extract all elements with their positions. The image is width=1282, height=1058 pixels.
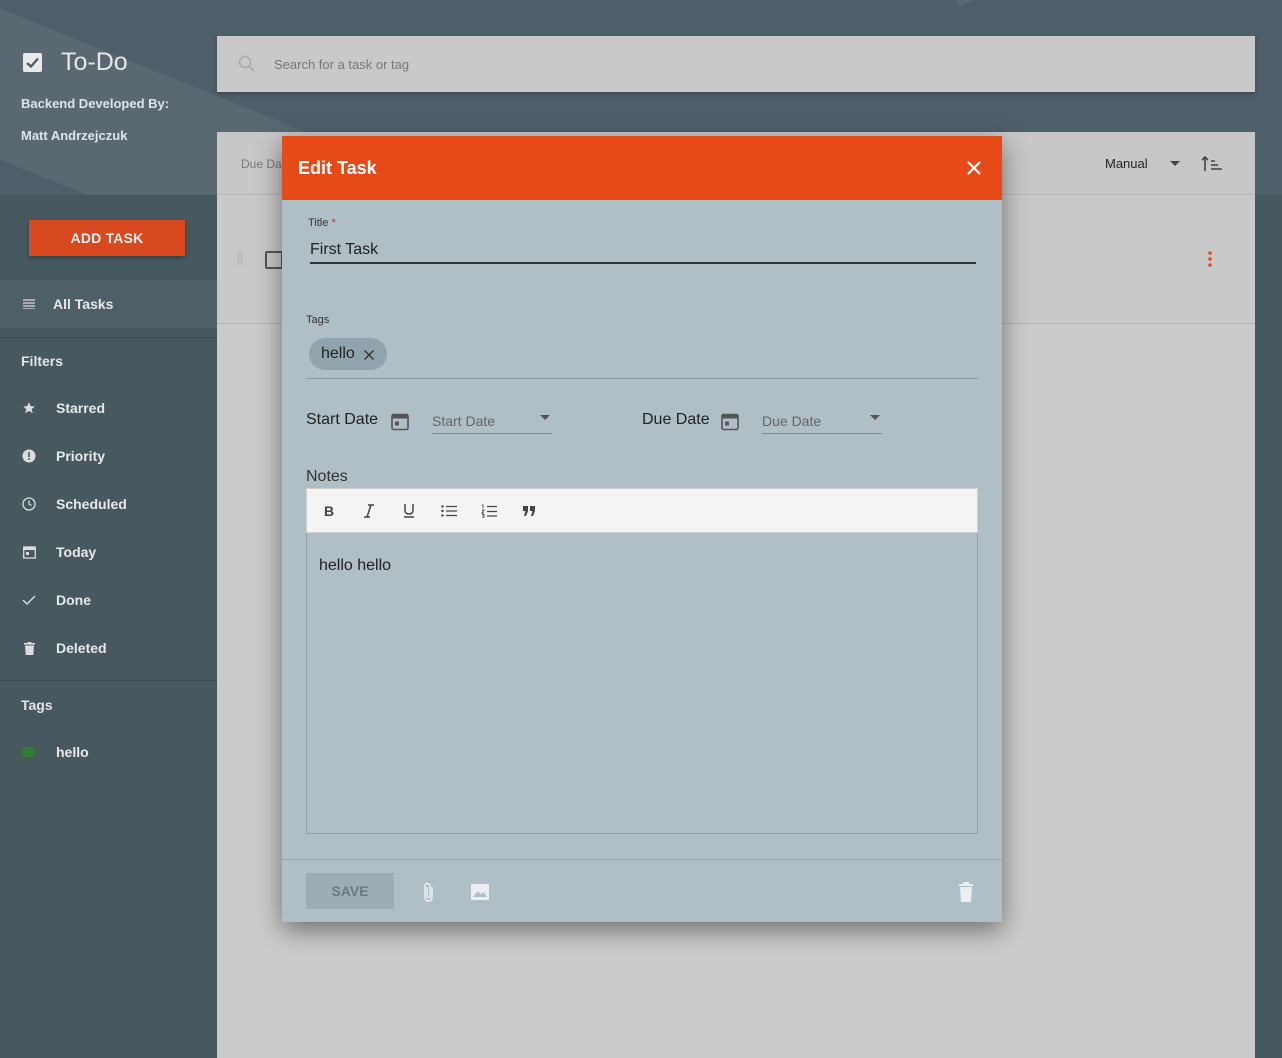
underline-icon[interactable]: [401, 503, 417, 519]
chevron-down-icon: [870, 415, 880, 420]
trash-icon: [21, 640, 37, 656]
header-pattern: [900, 0, 1282, 7]
sidebar-tag-hello[interactable]: hello: [0, 732, 217, 772]
star-icon: [21, 400, 37, 416]
trash-icon[interactable]: [957, 881, 979, 903]
sidebar-item-label: Done: [56, 592, 91, 608]
add-task-button[interactable]: ADD TASK: [29, 220, 185, 256]
calendar-icon: [21, 544, 37, 560]
sort-select-value: Manual: [1105, 156, 1148, 171]
italic-icon[interactable]: [361, 503, 377, 519]
search-input[interactable]: [274, 56, 874, 72]
sidebar-item-scheduled[interactable]: Scheduled: [0, 484, 217, 524]
title-label-text: Title: [308, 217, 329, 229]
checkbox-logo-icon: [23, 53, 42, 72]
edit-task-dialog: Edit Task Title * Tags hello Start Date …: [282, 136, 1002, 922]
required-mark: *: [331, 217, 336, 229]
sidebar-item-label: All Tasks: [53, 296, 114, 312]
start-date-label: Start Date: [306, 411, 379, 428]
sidebar-item-today[interactable]: Today: [0, 532, 217, 572]
notes-content: hello hello: [319, 557, 392, 574]
bold-icon[interactable]: B: [321, 503, 337, 519]
task-checkbox[interactable]: [265, 251, 283, 269]
sidebar-item-label: Deleted: [56, 640, 107, 656]
search-icon: [237, 54, 257, 74]
numbered-list-icon[interactable]: [481, 503, 497, 519]
due-date-column-label: Due Da: [241, 157, 282, 171]
right-gutter: [1255, 195, 1282, 1058]
tags-underline: [306, 378, 978, 379]
tag-icon: [21, 744, 37, 760]
start-date-calendar-icon[interactable]: [390, 411, 410, 431]
title-field-label: Title *: [308, 217, 336, 229]
credit-label: Backend Developed By:: [21, 96, 170, 111]
more-vert-icon[interactable]: [1208, 251, 1212, 272]
sidebar-item-label: Today: [56, 544, 97, 560]
app-title: To-Do: [61, 48, 128, 76]
due-date-calendar-icon[interactable]: [720, 411, 740, 431]
due-date-label: Due Date: [642, 411, 710, 428]
check-icon: [21, 592, 37, 608]
sidebar-divider: [0, 680, 217, 681]
sidebar-item-label: Scheduled: [56, 496, 127, 512]
sidebar-item-label: Priority: [56, 448, 106, 464]
sidebar-item-deleted[interactable]: Deleted: [0, 628, 217, 668]
sidebar-item-all-tasks[interactable]: All Tasks: [0, 284, 217, 324]
image-icon[interactable]: [469, 881, 491, 903]
sidebar-item-done[interactable]: Done: [0, 580, 217, 620]
due-date-placeholder: Due Date: [762, 413, 822, 429]
chevron-down-icon: [540, 415, 550, 420]
sidebar-item-priority[interactable]: Priority: [0, 436, 217, 476]
sidebar-divider: [0, 337, 217, 338]
quote-icon[interactable]: [521, 503, 537, 519]
editor-toolbar: B: [306, 488, 978, 533]
dialog-title: Edit Task: [298, 157, 377, 178]
list-icon: [21, 296, 37, 312]
app-brand: To-Do: [23, 48, 128, 77]
dialog-footer-divider: [282, 859, 1002, 860]
title-input[interactable]: [310, 238, 976, 264]
close-icon[interactable]: [964, 158, 984, 178]
drag-handle[interactable]: [237, 250, 243, 266]
chevron-down-icon: [1169, 160, 1180, 166]
search-bar: [217, 36, 1255, 92]
sort-select[interactable]: Manual: [1105, 156, 1180, 171]
start-date-select[interactable]: Start Date: [432, 408, 552, 434]
sidebar-item-starred[interactable]: Starred: [0, 388, 217, 428]
tags-field-label: Tags: [306, 314, 330, 326]
tag-chip-label: hello: [321, 345, 355, 362]
tags-heading: Tags: [21, 697, 53, 713]
priority-icon: [21, 448, 37, 464]
save-button[interactable]: SAVE: [306, 873, 394, 909]
start-date-placeholder: Start Date: [432, 413, 496, 429]
remove-tag-icon[interactable]: [363, 348, 375, 360]
notes-label: Notes: [306, 468, 348, 485]
due-date-select[interactable]: Due Date: [762, 408, 882, 434]
dialog-header: Edit Task: [282, 136, 1002, 200]
bullet-list-icon[interactable]: [441, 503, 457, 519]
sidebar-item-label: Starred: [56, 400, 106, 416]
filters-heading: Filters: [21, 353, 64, 369]
tag-chip[interactable]: hello: [309, 338, 387, 370]
attachment-icon[interactable]: [418, 881, 440, 903]
credit-name: Matt Andrzejczuk: [21, 128, 128, 143]
notes-editor[interactable]: hello hello: [306, 533, 978, 834]
clock-icon: [21, 496, 37, 512]
sidebar-item-label: hello: [56, 744, 89, 760]
sort-order-icon[interactable]: [1201, 154, 1223, 179]
